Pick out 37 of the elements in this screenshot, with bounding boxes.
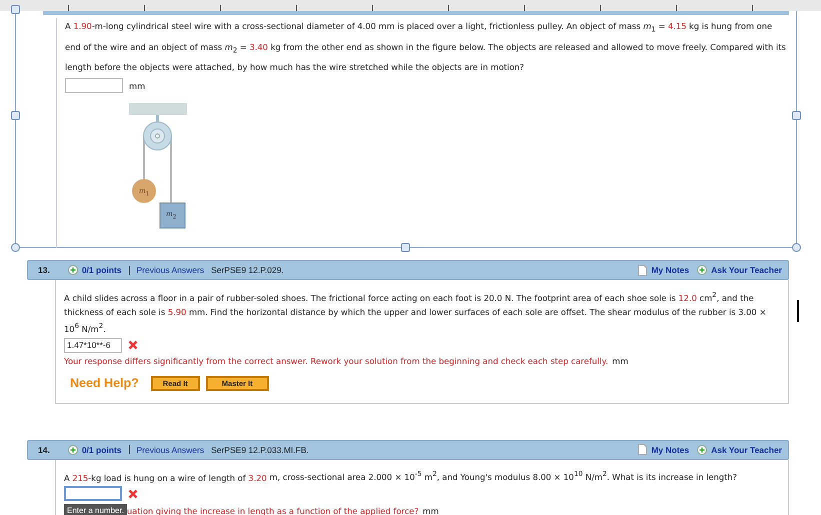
unit-label: mm [422,506,439,515]
resize-handle[interactable] [11,5,20,14]
note-icon [638,264,648,276]
question-text: A 215-kg load is hung on a wire of length of 3.20 m, cross-sectional area 2.000 × 10$^{-5}$ m$^{2}$, and Young's modulus 8.00 × 10$^{10}$ N/m$^{2}$. What is its increase in length? [64,470,738,484]
problem-code: SerPSE9 12.P.029. [211,265,284,275]
answer-field[interactable] [65,78,123,94]
text-cursor-icon [797,300,799,322]
previous-answers-link[interactable]: Previous Answers [136,444,204,455]
my-notes-link[interactable]: My Notes [651,265,690,275]
plus-icon [68,265,78,275]
points-label: 0/1 points [82,444,122,455]
ask-teacher-link[interactable]: Ask Your Teacher [711,265,782,275]
question-number: 14. [38,444,50,455]
answer-field[interactable] [64,486,122,502]
resize-handle[interactable] [11,243,20,252]
question-text: A 1.90-m-long cylindrical steel wire with a cross-sectional diameter of 4.00 mm is placed over a light, frictionless pulley. An object of mass m$_{1}$ = 4.15 kg is hung from one end of the wire and an object of mass m$_{2}$ = 3.40 kg from the other end as shown in the figure below. The objects are released and allowed to move freely. Compared with its length before the objects were attached, by how much has the wire stretched while the objects are in motion? [65,20,787,74]
plus-icon [68,444,78,455]
problem-code: SerPSE9 12.P.033.MI.FB. [211,444,309,455]
unit-label: mm [612,356,628,366]
my-notes-link[interactable]: My Notes [651,444,690,455]
question-text: A child slides across a floor in a pair of rubber-soled shoes. The frictional force acting on each foot is 20.0 N. The footprint area of each shoe sole is 12.0 cm$^{2}$, and the thickness of each sole is 5.90 mm. Find the horizontal distance by which the upper and lower surfaces of each sole are offset. The shear modulus of the rubber is 3.00 × 10$^{6}$ N/m$^{2}$. [64,290,768,336]
ask-teacher-link[interactable]: Ask Your Teacher [711,444,782,455]
feedback-text: Your response differs significantly from the correct answer. Rework your solution from the beginning and check each step carefully. [64,356,608,366]
points-label: 0/1 points [82,265,122,275]
unit-label: mm [129,80,146,91]
resize-handle[interactable] [401,243,410,252]
resize-handle[interactable] [792,243,801,252]
note-icon [638,444,648,456]
resize-handle[interactable] [11,111,20,120]
answer-field[interactable]: 1.47*10**-6 [64,338,122,353]
question-number: 13. [38,265,50,275]
plus-icon [697,265,708,275]
need-help-label: Need Help? [70,376,139,390]
tooltip: Enter a number. [64,504,127,515]
previous-answers-link[interactable]: Previous Answers [136,265,204,275]
resize-handle[interactable] [792,111,801,120]
plus-icon [697,444,708,455]
